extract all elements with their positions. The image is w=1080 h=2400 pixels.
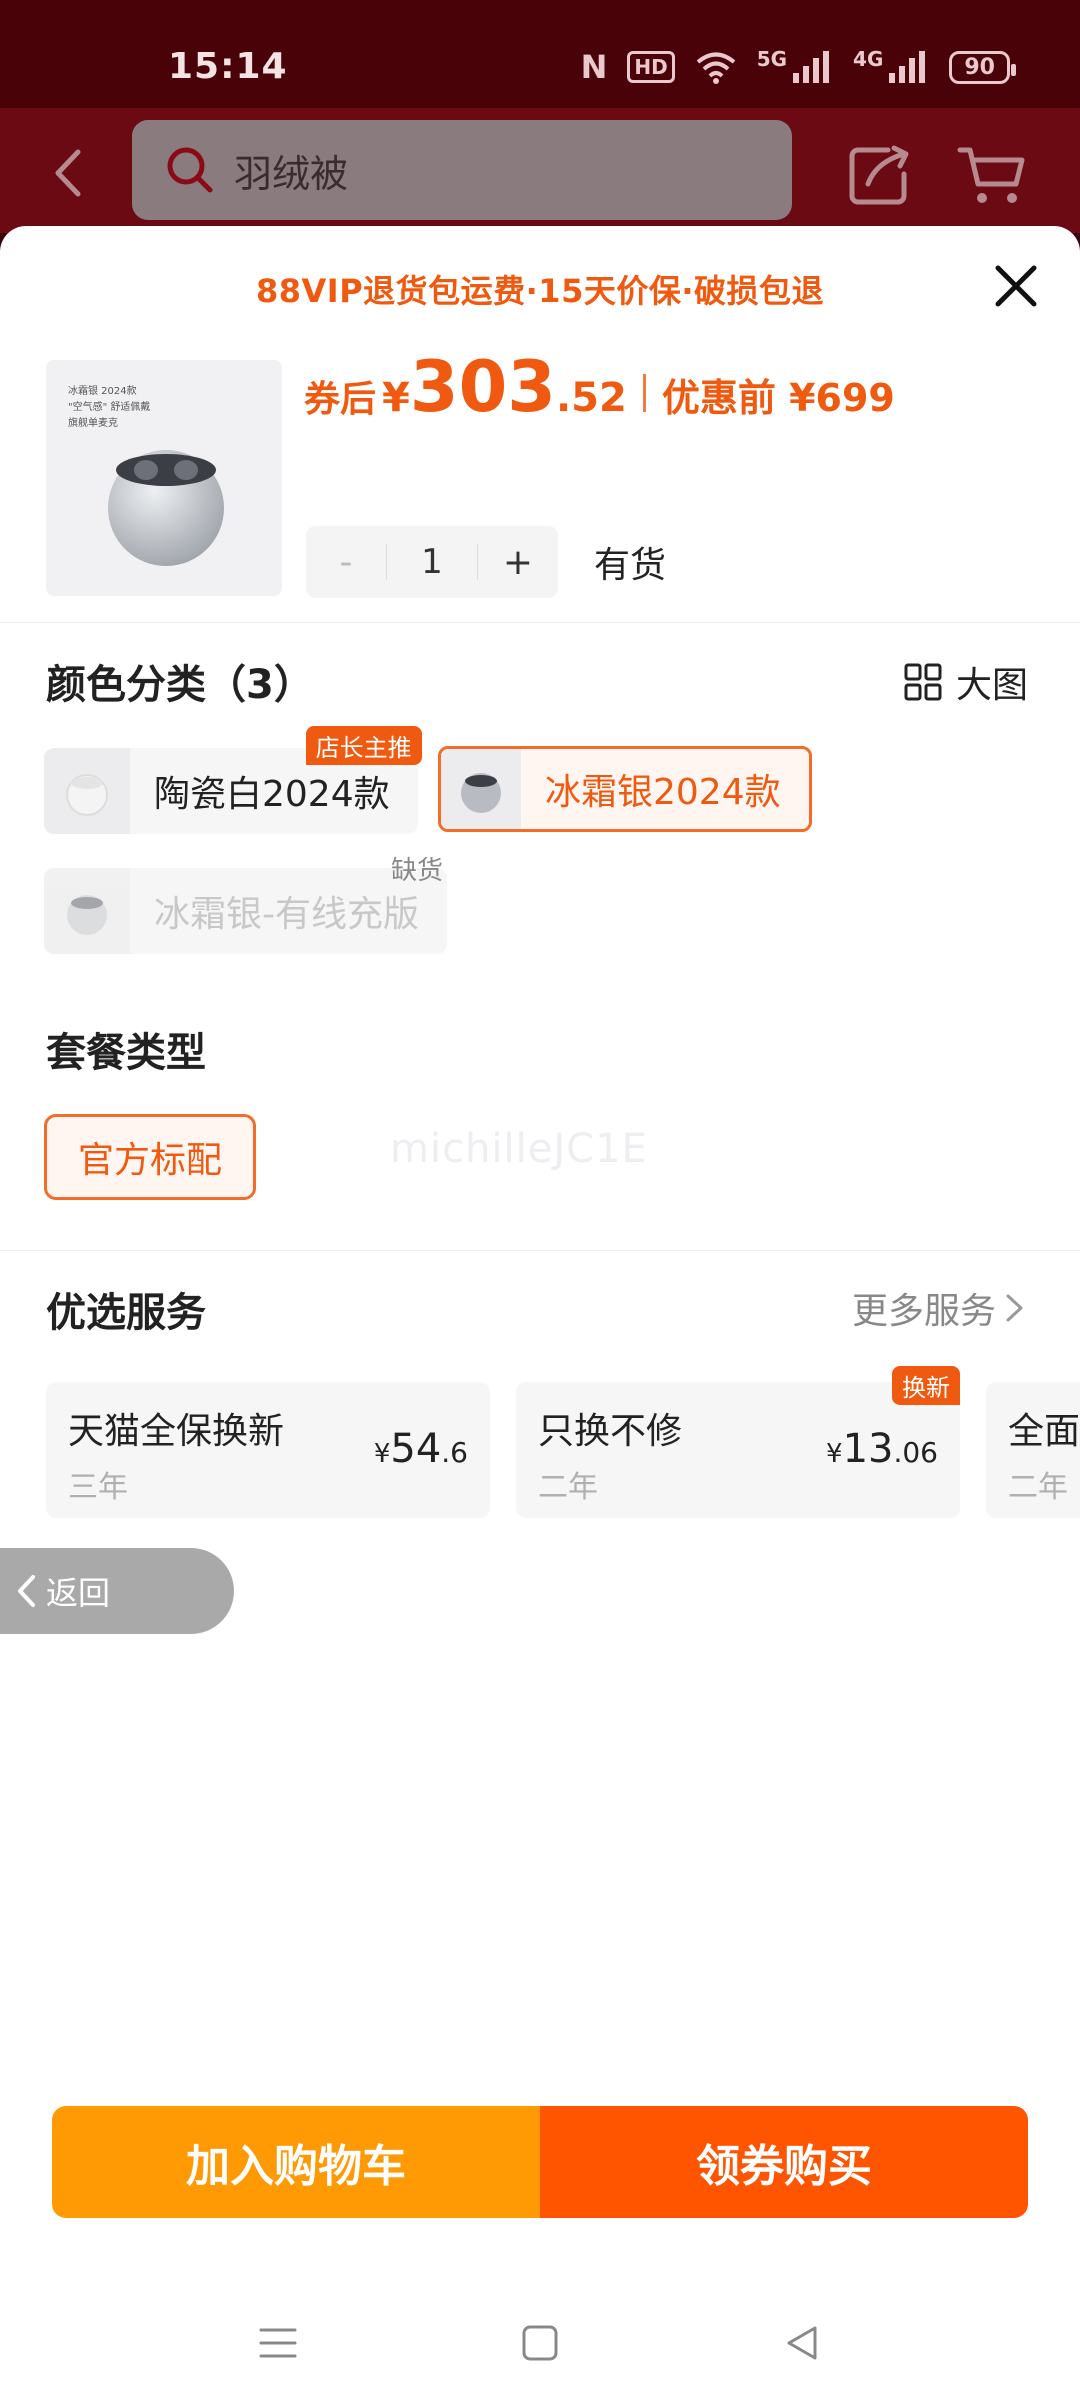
out-of-stock-badge: 缺货 (390, 856, 443, 886)
option-thumbnail (44, 868, 130, 954)
color-section-title: 颜色分类（3） (46, 662, 314, 708)
nfc-icon: N (580, 48, 608, 86)
search-text: 羽绒被 (234, 151, 349, 196)
menu-icon[interactable] (257, 2322, 299, 2364)
service-card[interactable]: 天猫全保换新 三年 ¥54.6 (46, 1382, 490, 1518)
big-picture-label: 大图 (956, 665, 1029, 706)
service-price: ¥13.06 (826, 1426, 938, 1472)
quantity-plus-button[interactable]: + (478, 526, 558, 598)
service-section-title: 优选服务 (46, 1290, 206, 1336)
add-to-cart-button[interactable]: 加入购物车 (52, 2106, 540, 2218)
price-row: 券后 ¥ 303 .52 优惠前 ¥699 (304, 346, 895, 428)
service-card[interactable]: 全面 二年 (986, 1382, 1080, 1518)
color-option-frost-silver-wired[interactable]: 冰霜银-有线充版 缺货 (44, 856, 447, 954)
close-icon[interactable] (990, 260, 1042, 312)
quantity-stepper: - 1 + (306, 526, 558, 598)
price-integer: 303 (409, 346, 556, 428)
big-picture-toggle[interactable]: 大图 (904, 656, 1028, 708)
battery-icon: 90 (949, 50, 1016, 84)
service-name: 天猫全保换新 (68, 1411, 285, 1452)
grid-icon (904, 663, 942, 701)
recommend-badge: 店长主推 (305, 726, 422, 765)
option-thumbnail (441, 749, 521, 829)
vip-banner: 88VIP退货包运费·15天价保·破损包退 (255, 272, 824, 310)
signal-icon (793, 51, 830, 83)
wifi-icon (696, 52, 735, 84)
option-thumbnail (44, 748, 130, 834)
system-nav-bar (0, 2286, 1080, 2400)
more-services-label: 更多服务 (852, 1291, 997, 1332)
option-label: 冰霜银-有线充版 (154, 894, 419, 935)
status-time: 15:14 (168, 46, 288, 87)
net-5g-label: 5G (756, 47, 788, 71)
color-option-frost-silver[interactable]: 冰霜银2024款 (438, 746, 812, 832)
back-icon[interactable] (781, 2322, 823, 2364)
cart-icon[interactable] (956, 144, 1028, 206)
product-thumbnail[interactable]: 冰霜银 2024款 "空气感" 舒适佩戴 旗舰单麦克 (46, 360, 282, 596)
package-section-title: 套餐类型 (46, 1030, 206, 1076)
divider (0, 1250, 1080, 1251)
option-label: 冰霜银2024款 (545, 772, 781, 813)
price-currency: ¥ (382, 375, 410, 421)
share-icon[interactable] (848, 144, 914, 206)
original-price: 优惠前 ¥699 (661, 376, 895, 420)
service-term: 二年 (1008, 1470, 1068, 1505)
home-icon[interactable] (519, 2322, 561, 2364)
service-name: 只换不修 (538, 1411, 683, 1452)
thumb-caption: 冰霜银 2024款 "空气感" 舒适佩戴 旗舰单麦克 (68, 386, 151, 429)
signal-icon (889, 51, 926, 83)
price-separator (642, 374, 646, 412)
stock-status: 有货 (594, 545, 667, 586)
price-decimal: .52 (555, 375, 627, 421)
status-icons: N HD 5G 4G 90 (580, 47, 1016, 86)
back-arrow-icon[interactable] (48, 148, 88, 198)
floating-back-button[interactable]: 返回 (0, 1548, 234, 1634)
service-term: 二年 (538, 1470, 598, 1505)
sku-sheet: 88VIP退货包运费·15天价保·破损包退 冰霜银 2024款 "空气感" 舒适… (0, 226, 1080, 2400)
chevron-left-icon (18, 1575, 35, 1607)
net-4g-label: 4G (853, 47, 884, 71)
quantity-minus-button[interactable]: - (306, 526, 386, 598)
price-prefix: 券后 (304, 379, 377, 420)
divider (0, 622, 1080, 623)
service-card[interactable]: 只换不修 二年 ¥13.06 换新 (516, 1366, 960, 1518)
service-name: 全面 (1008, 1411, 1080, 1452)
top-bar: 羽绒被 (0, 108, 1080, 233)
earbuds-case-image (108, 450, 224, 566)
action-buttons: 加入购物车 领券购买 (52, 2106, 1028, 2218)
floating-back-label: 返回 (46, 1574, 111, 1612)
package-option-standard[interactable]: 官方标配 (44, 1114, 256, 1200)
hd-icon: HD (627, 51, 675, 83)
service-term: 三年 (68, 1470, 128, 1505)
option-label: 陶瓷白2024款 (154, 774, 390, 815)
buy-button[interactable]: 领券购买 (540, 2106, 1028, 2218)
search-icon (167, 147, 213, 193)
more-services-link[interactable]: 更多服务 (852, 1282, 1026, 1334)
status-bar: 15:14 N HD 5G 4G 90 (0, 0, 1080, 110)
color-option-ceramic-white[interactable]: 陶瓷白2024款 店长主推 (44, 726, 422, 834)
renew-badge: 换新 (892, 1366, 960, 1405)
watermark: michilleJC1E (390, 1126, 648, 1172)
chevron-right-icon (1006, 1294, 1023, 1322)
search-bar[interactable]: 羽绒被 (132, 120, 792, 220)
service-price: ¥54.6 (373, 1426, 468, 1472)
quantity-value[interactable]: 1 (386, 542, 478, 582)
